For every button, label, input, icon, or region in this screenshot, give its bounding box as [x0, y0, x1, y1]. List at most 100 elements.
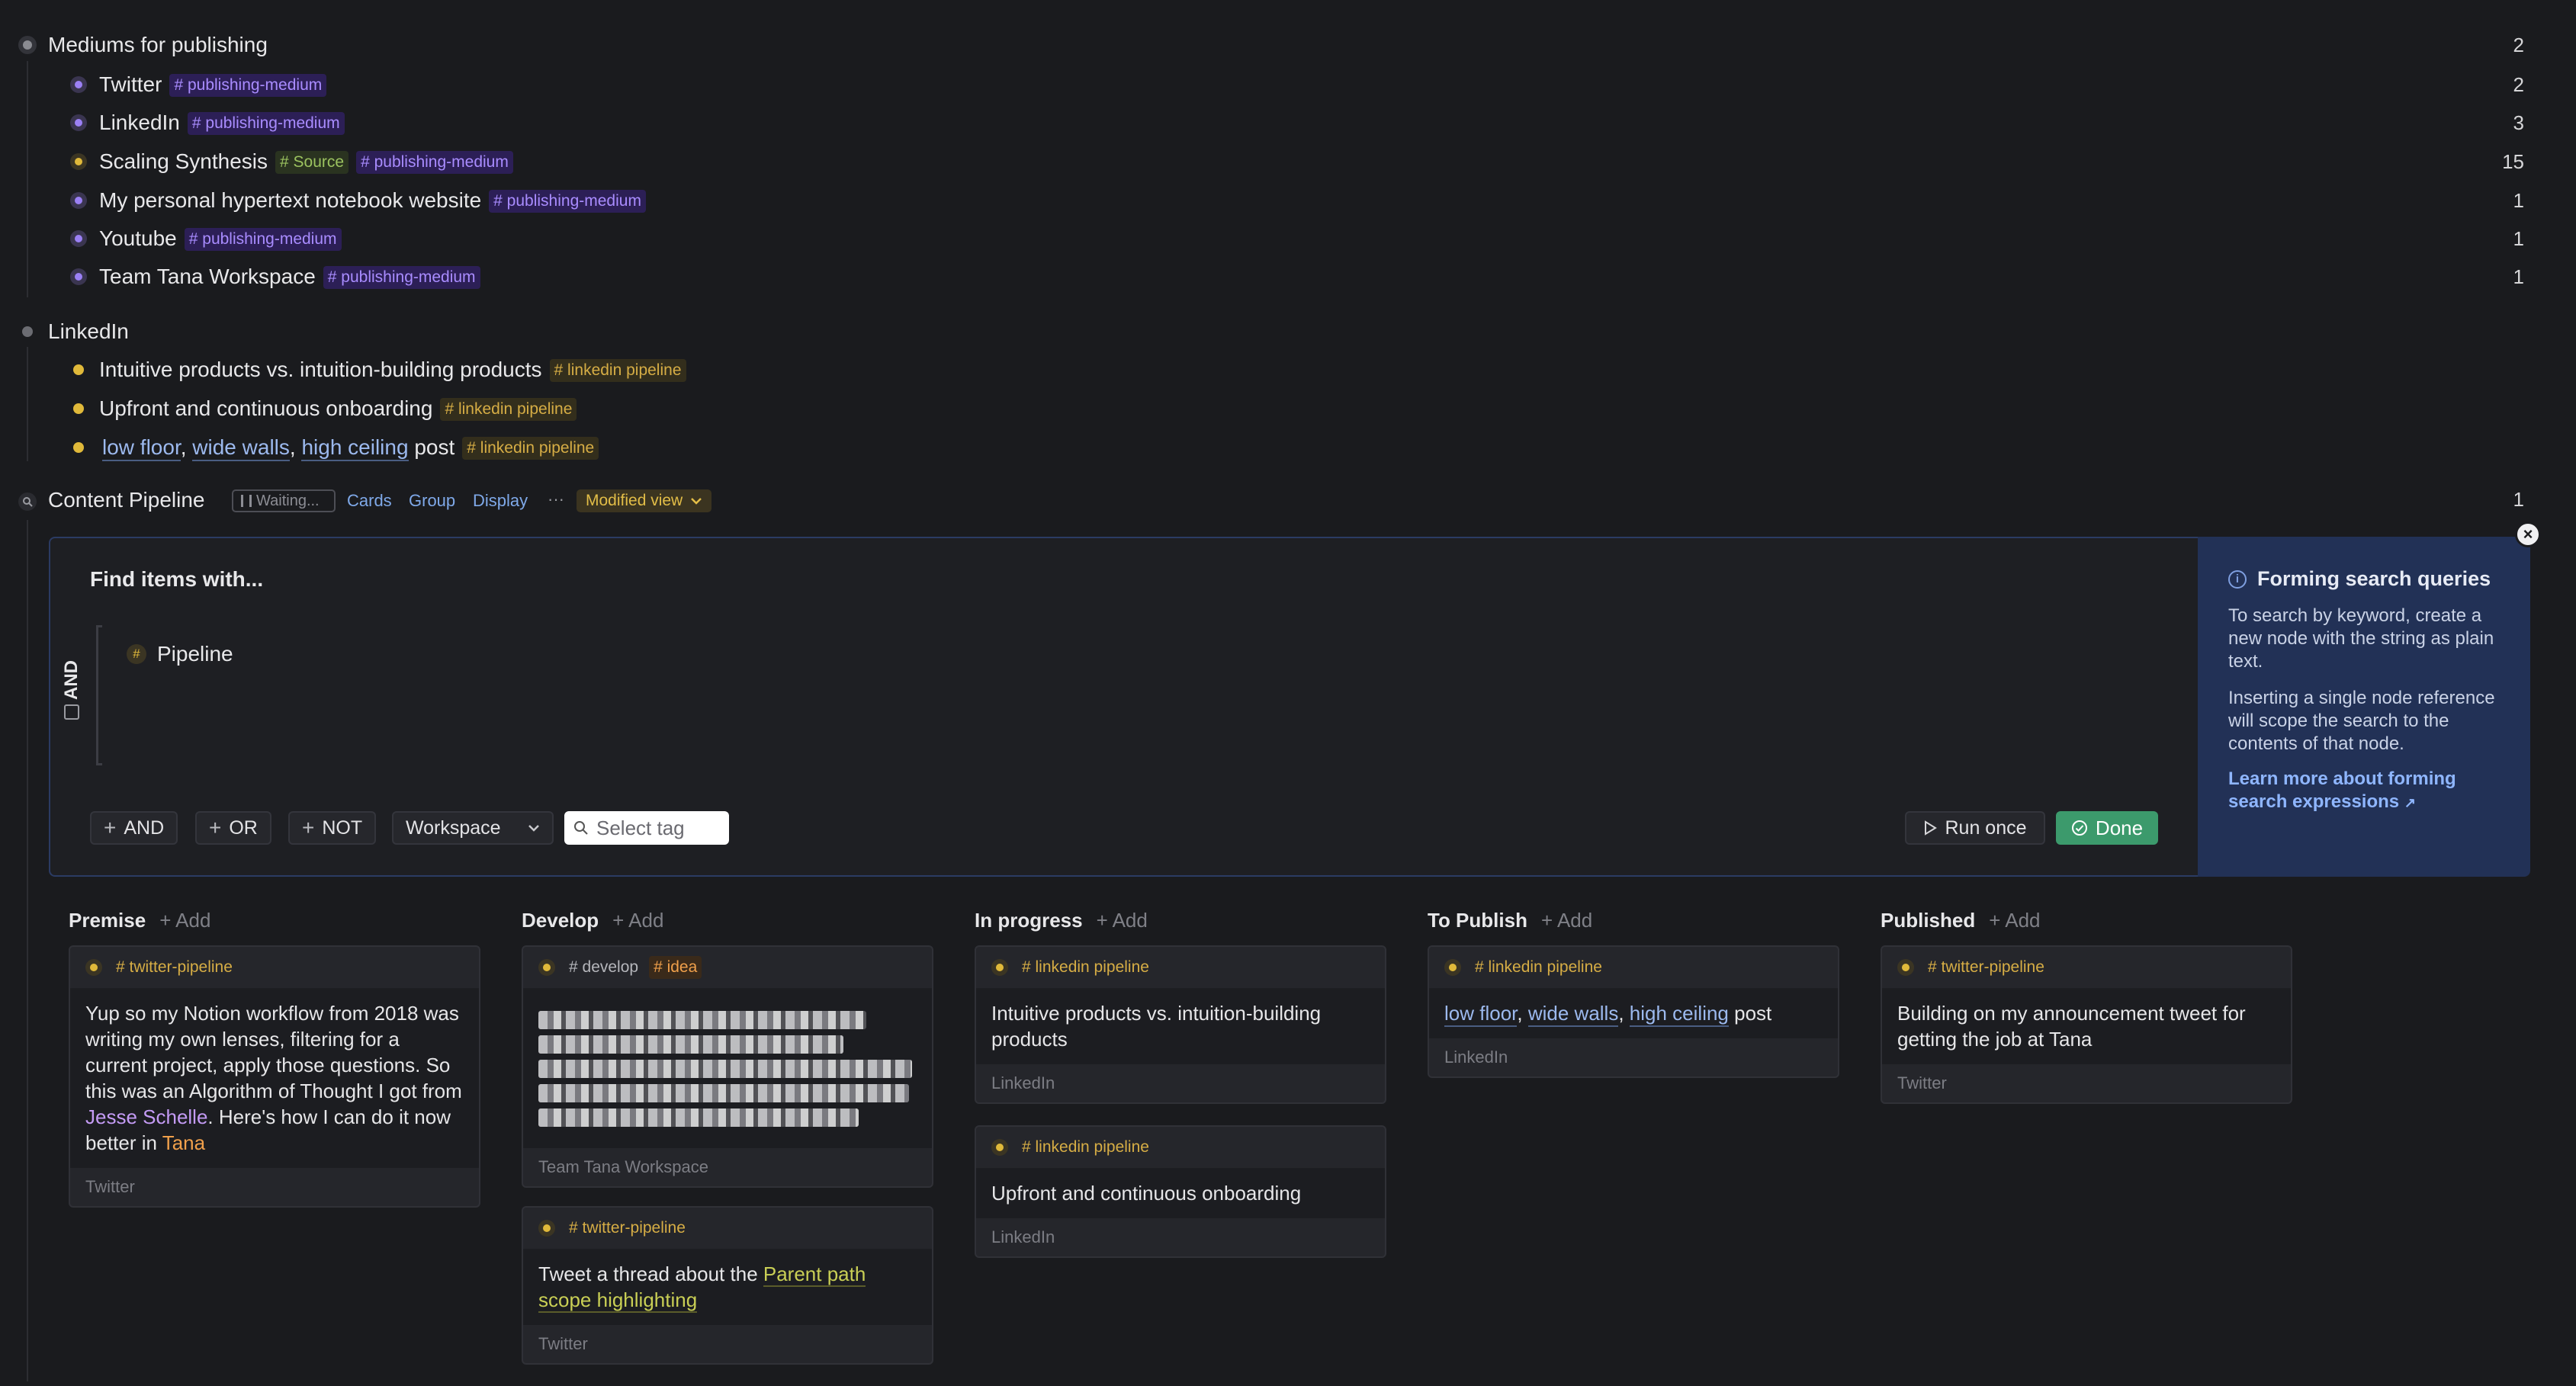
more-options-icon[interactable]: ··· [548, 489, 564, 509]
list-item[interactable]: Intuitive products vs. intuition-buildin… [0, 351, 2576, 389]
node-reference[interactable]: low floor [1444, 1002, 1518, 1027]
supertag-publishing-medium[interactable]: # publishing-medium [169, 74, 327, 98]
node-title[interactable]: Scaling Synthesis [99, 149, 268, 173]
view-cards-button[interactable]: Cards [347, 491, 392, 511]
child-count: 2 [2513, 72, 2524, 96]
list-item[interactable]: Scaling Synthesis # Source # publishing-me… [0, 143, 2576, 181]
add-or-button[interactable]: + OR [195, 811, 271, 845]
node-bullet[interactable] [70, 76, 87, 93]
add-not-button[interactable]: + NOT [288, 811, 377, 845]
node-bullet [1444, 959, 1461, 976]
node-linkedin[interactable]: LinkedIn [0, 313, 2576, 351]
scope-dropdown[interactable]: Workspace [392, 811, 554, 845]
child-count: 15 [2502, 149, 2524, 173]
node-title[interactable]: Mediums for publishing [48, 33, 268, 57]
node-title[interactable]: Youtube [99, 226, 177, 250]
list-item[interactable]: My personal hypertext notebook website # … [0, 181, 2576, 220]
supertag-twitter-pipeline[interactable]: # twitter-pipeline [111, 956, 237, 979]
supertag-publishing-medium[interactable]: # publishing-medium [187, 112, 345, 136]
query-term-pipeline[interactable]: # Pipeline [127, 642, 233, 666]
add-card-button[interactable]: + Add [612, 909, 663, 932]
node-bullet [538, 959, 555, 976]
supertag-linkedin-pipeline[interactable]: # linkedin pipeline [462, 437, 599, 460]
board-card[interactable]: # linkedin pipeline low floor, wide wall… [1428, 945, 1839, 1078]
node-title[interactable]: LinkedIn [48, 319, 129, 344]
node-title[interactable]: LinkedIn [99, 111, 180, 134]
list-item[interactable]: low floor, wide walls, high ceiling post… [0, 428, 2576, 467]
node-title-suffix[interactable]: post [414, 435, 454, 459]
board-card[interactable]: # twitter-pipeline Building on my announ… [1881, 945, 2292, 1104]
list-item[interactable]: Twitter # publishing-medium 2 [0, 66, 2576, 104]
supertag-publishing-medium[interactable]: # publishing-medium [356, 151, 513, 175]
help-link[interactable]: Learn more about forming search expressi… [2228, 768, 2500, 814]
node-bullet[interactable] [73, 442, 84, 453]
node-title[interactable]: Intuitive products vs. intuition-buildin… [99, 358, 542, 381]
node-bullet[interactable] [70, 230, 87, 247]
node-reference[interactable]: wide walls [192, 435, 290, 461]
board-card[interactable]: # twitter-pipeline Yup so my Notion work… [69, 945, 480, 1208]
node-bullet[interactable] [73, 364, 84, 375]
list-item[interactable]: LinkedIn # publishing-medium 3 [0, 104, 2576, 142]
node-bullet[interactable] [70, 192, 87, 209]
card-source: LinkedIn [991, 1073, 1055, 1092]
modified-view-dropdown[interactable]: Modified view [577, 489, 712, 512]
node-title[interactable]: My personal hypertext notebook website [99, 188, 481, 212]
supertag-source[interactable]: # Source [275, 151, 349, 175]
board-card[interactable]: # twitter-pipeline Tweet a thread about … [522, 1206, 933, 1365]
board-card[interactable]: # linkedin pipeline Intuitive products v… [975, 945, 1386, 1104]
search-icon [574, 821, 588, 835]
add-and-button[interactable]: + AND [90, 811, 178, 845]
supertag-linkedin-pipeline[interactable]: # linkedin pipeline [440, 398, 577, 422]
supertag-linkedin-pipeline[interactable]: # linkedin pipeline [1470, 956, 1607, 979]
supertag-develop[interactable]: # develop [564, 956, 643, 979]
search-icon[interactable] [18, 492, 37, 511]
node-title[interactable]: Team Tana Workspace [99, 265, 316, 288]
node-bullet[interactable] [70, 153, 87, 170]
supertag-linkedin-pipeline[interactable]: # linkedin pipeline [1017, 956, 1154, 979]
node-reference[interactable]: wide walls [1527, 1002, 1619, 1027]
card-source: Twitter [538, 1334, 588, 1353]
node-reference[interactable]: Tana [162, 1131, 205, 1154]
column-header-in-progress: In progress + Add [975, 909, 1148, 932]
add-card-button[interactable]: + Add [159, 909, 210, 932]
node-title[interactable]: Upfront and continuous onboarding [99, 396, 432, 420]
add-card-button[interactable]: + Add [1097, 909, 1148, 932]
supertag-publishing-medium[interactable]: # publishing-medium [184, 228, 342, 252]
node-reference[interactable]: high ceiling [301, 435, 409, 461]
run-once-button[interactable]: Run once [1905, 811, 2045, 845]
board-card[interactable]: # develop # idea Team Tana Workspace [522, 945, 933, 1188]
list-item[interactable]: Team Tana Workspace # publishing-medium 1 [0, 258, 2576, 296]
select-tag-input[interactable]: Select tag [564, 811, 729, 845]
list-item[interactable]: Upfront and continuous onboarding # linke… [0, 390, 2576, 428]
supertag-idea[interactable]: # idea [649, 955, 702, 980]
group-button[interactable]: Group [409, 491, 455, 511]
node-bullet[interactable] [70, 268, 87, 285]
person-reference[interactable]: Jesse Schelle [85, 1105, 207, 1128]
node-mediums-for-publishing[interactable]: Mediums for publishing 2 [0, 26, 2576, 64]
add-card-button[interactable]: + Add [1989, 909, 2040, 932]
node-bullet[interactable] [70, 114, 87, 131]
node-reference[interactable]: low floor [102, 435, 181, 461]
supertag-twitter-pipeline[interactable]: # twitter-pipeline [1923, 956, 2049, 979]
display-button[interactable]: Display [473, 491, 528, 511]
supertag-publishing-medium[interactable]: # publishing-medium [323, 266, 480, 290]
node-reference[interactable]: high ceiling [1629, 1002, 1729, 1027]
card-source: Twitter [85, 1177, 135, 1196]
supertag-linkedin-pipeline[interactable]: # linkedin pipeline [549, 359, 686, 383]
node-bullet[interactable] [18, 36, 37, 54]
node-bullet[interactable] [22, 326, 33, 337]
add-card-button[interactable]: + Add [1541, 909, 1592, 932]
close-icon[interactable]: × [2515, 521, 2541, 547]
done-button[interactable]: Done [2056, 811, 2158, 845]
node-title[interactable]: Content Pipeline [48, 488, 204, 512]
supertag-twitter-pipeline[interactable]: # twitter-pipeline [564, 1217, 690, 1240]
supertag-linkedin-pipeline[interactable]: # linkedin pipeline [1017, 1136, 1154, 1159]
result-count: 1 [2513, 488, 2524, 511]
list-item[interactable]: Youtube # publishing-medium 1 [0, 220, 2576, 258]
supertag-publishing-medium[interactable]: # publishing-medium [489, 190, 646, 213]
child-count: 3 [2513, 111, 2524, 134]
node-title[interactable]: Twitter [99, 72, 162, 96]
board-card[interactable]: # linkedin pipeline Upfront and continuo… [975, 1125, 1386, 1258]
and-operator-toggle[interactable]: AND [56, 660, 87, 736]
node-bullet[interactable] [73, 403, 84, 414]
